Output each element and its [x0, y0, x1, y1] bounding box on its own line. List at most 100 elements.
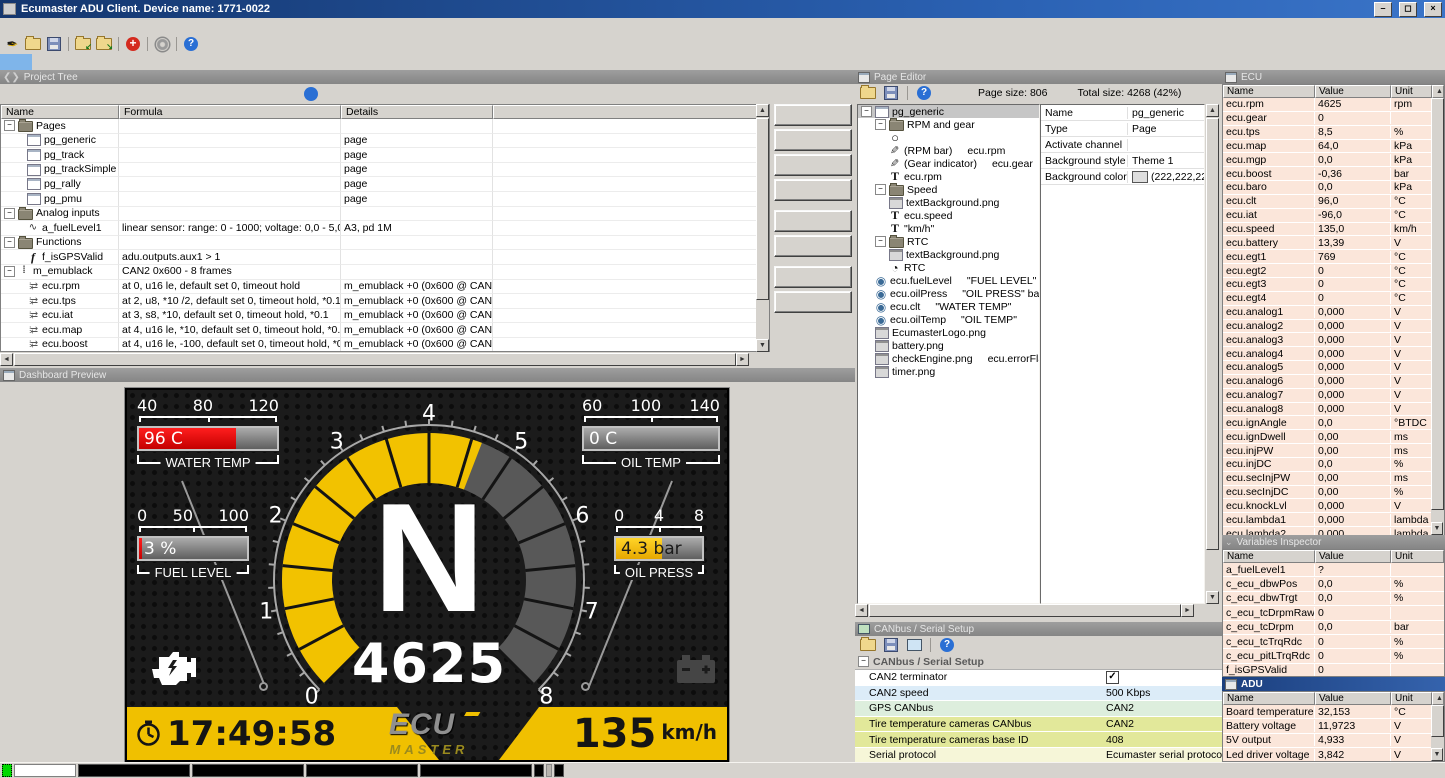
table-row[interactable]: −ecu.tps at 2, u8, *10 /2, default set 0…: [1, 294, 769, 309]
open-page-icon[interactable]: [859, 85, 877, 101]
table-row[interactable]: −ecu.map at 4, u16 le, *10, default set …: [1, 323, 769, 338]
variable-row[interactable]: a_fuelLevel1?: [1223, 563, 1444, 577]
setting-row[interactable]: GPS CANbus ✓CAN2: [855, 701, 1222, 717]
variable-row[interactable]: c_ecu_tcDrpmRaw0: [1223, 606, 1444, 620]
channel-row[interactable]: ecu.battery13,39V: [1223, 236, 1432, 250]
project-tree-vscrollbar[interactable]: ▲▼: [756, 104, 769, 352]
checkbox[interactable]: ✓: [1106, 671, 1119, 684]
menu-item[interactable]: [28, 25, 42, 27]
channel-row[interactable]: ecu.analog20,000V: [1223, 320, 1432, 334]
page-tree-item[interactable]: − ecu.speed: [858, 209, 1039, 222]
settings-icon[interactable]: [153, 36, 171, 52]
menu-item[interactable]: [56, 25, 70, 27]
action-button[interactable]: [774, 104, 852, 126]
page-tree-item[interactable]: − (RPM bar)ecu.rpm: [858, 144, 1039, 157]
view-tab[interactable]: [96, 54, 128, 70]
adu-channel-row[interactable]: Led driver voltage3,842V: [1223, 748, 1432, 761]
channel-row[interactable]: ecu.egt30°C: [1223, 278, 1432, 292]
variable-row[interactable]: c_ecu_tcDrpm0,0bar: [1223, 621, 1444, 635]
table-row[interactable]: −ecu.rpm at 0, u16 le, default set 0, ti…: [1, 280, 769, 295]
table-row[interactable]: −m_emublack CAN2 0x600 - 8 frames: [1, 265, 769, 280]
action-button[interactable]: [774, 129, 852, 151]
channel-row[interactable]: ecu.tps8,5%: [1223, 126, 1432, 140]
table-row[interactable]: −pg_track page: [1, 148, 769, 163]
property-row[interactable]: Background color (222,222,222): [1041, 169, 1204, 185]
page-tree-item[interactable]: − RPM and gear: [858, 118, 1039, 131]
export-icon[interactable]: ↘: [95, 36, 113, 52]
channel-row[interactable]: ecu.ignAngle0,0°BTDC: [1223, 416, 1432, 430]
channel-row[interactable]: ecu.knockLvl0,000V: [1223, 499, 1432, 513]
page-tree-item[interactable]: − RTC: [858, 261, 1039, 274]
table-row[interactable]: −pg_generic page: [1, 134, 769, 149]
channel-row[interactable]: ecu.gear0: [1223, 112, 1432, 126]
save-project-icon[interactable]: [45, 36, 63, 52]
menu-item[interactable]: [70, 25, 84, 27]
channel-row[interactable]: ecu.mgp0,0kPa: [1223, 153, 1432, 167]
help-icon[interactable]: ?: [938, 637, 956, 653]
help-icon[interactable]: ?: [182, 36, 200, 52]
channel-row[interactable]: ecu.analog40,000V: [1223, 347, 1432, 361]
tree-toolbar-icon[interactable]: [304, 87, 318, 101]
variable-row[interactable]: c_ecu_pitLTrqRdc0%: [1223, 649, 1444, 663]
channel-row[interactable]: ecu.iat-96,0°C: [1223, 209, 1432, 223]
menu-item[interactable]: [42, 25, 56, 27]
page-tree-item[interactable]: − textBackground.png: [858, 248, 1039, 261]
page-editor-hscrollbar[interactable]: ◄►: [855, 604, 1219, 617]
adu-vscrollbar[interactable]: ▼: [1431, 705, 1444, 761]
adu-channel-row[interactable]: Board temperature32,153°C: [1223, 705, 1432, 719]
setting-row[interactable]: Tire temperature cameras base ID ✓408: [855, 732, 1222, 748]
page-tree-item[interactable]: − Speed: [858, 183, 1039, 196]
project-tree-hscrollbar[interactable]: ◄►: [0, 353, 770, 366]
channel-row[interactable]: ecu.baro0,0kPa: [1223, 181, 1432, 195]
page-tree-item[interactable]: − "km/h": [858, 222, 1039, 235]
property-row[interactable]: Name pg_generic: [1041, 105, 1204, 121]
restore-button[interactable]: ◻: [1399, 2, 1417, 17]
property-row[interactable]: Activate channel: [1041, 137, 1204, 153]
channel-row[interactable]: ecu.analog70,000V: [1223, 389, 1432, 403]
import-icon[interactable]: ↙: [74, 36, 92, 52]
variable-row[interactable]: c_ecu_dbwTrgt0,0%: [1223, 592, 1444, 606]
view-tab[interactable]: [0, 54, 32, 70]
channel-row[interactable]: ecu.secInjDC0,00%: [1223, 486, 1432, 500]
table-row[interactable]: −Pages: [1, 119, 769, 134]
action-button[interactable]: [774, 266, 852, 288]
variable-row[interactable]: c_ecu_tcTrqRdc0%: [1223, 635, 1444, 649]
table-row[interactable]: −pg_trackSimple page: [1, 163, 769, 178]
scroll-up-icon[interactable]: ▲: [1432, 85, 1444, 98]
view-tab[interactable]: [64, 54, 96, 70]
channel-row[interactable]: ecu.analog30,000V: [1223, 333, 1432, 347]
column-header-details[interactable]: Details: [341, 105, 493, 119]
channel-row[interactable]: ecu.injPW0,00ms: [1223, 444, 1432, 458]
action-button[interactable]: [774, 179, 852, 201]
menu-item[interactable]: [14, 25, 28, 27]
channel-row[interactable]: ecu.clt96,0°C: [1223, 195, 1432, 209]
channel-row[interactable]: ecu.speed135,0km/h: [1223, 223, 1432, 237]
channel-row[interactable]: ecu.egt1769°C: [1223, 250, 1432, 264]
column-header-formula[interactable]: Formula: [119, 105, 341, 119]
page-tree-item[interactable]: − EcumasterLogo.png: [858, 326, 1039, 339]
action-button[interactable]: [774, 210, 852, 232]
page-tree-item[interactable]: − textBackground.png: [858, 196, 1039, 209]
view-tab[interactable]: [32, 54, 64, 70]
channel-row[interactable]: ecu.injDC0,0%: [1223, 458, 1432, 472]
page-tree-item[interactable]: − (Gear indicator)ecu.gear: [858, 157, 1039, 170]
channel-row[interactable]: ecu.rpm4625rpm: [1223, 98, 1432, 112]
open-project-icon[interactable]: [24, 36, 42, 52]
page-tree-item[interactable]: − ecu.fuelLevel"FUEL LEVEL": [858, 274, 1039, 287]
channel-row[interactable]: ecu.boost-0,36bar: [1223, 167, 1432, 181]
property-row[interactable]: Background style Theme 1: [1041, 153, 1204, 169]
setting-row[interactable]: CAN2 speed ✓500 Kbps: [855, 686, 1222, 702]
channel-row[interactable]: ecu.map64,0kPa: [1223, 140, 1432, 154]
save-icon[interactable]: [882, 637, 900, 653]
property-row[interactable]: Type Page: [1041, 121, 1204, 137]
page-tree-item[interactable]: − checkEngine.pngecu.errorFlags: [858, 352, 1039, 365]
channel-row[interactable]: ecu.lambda10,000lambda: [1223, 513, 1432, 527]
channel-row[interactable]: ecu.lambda20,000lambda: [1223, 527, 1432, 535]
channel-row[interactable]: ecu.egt20°C: [1223, 264, 1432, 278]
setting-row[interactable]: Tire temperature cameras CANbus ✓CAN2: [855, 717, 1222, 733]
menu-item[interactable]: [84, 25, 98, 27]
action-button[interactable]: [774, 154, 852, 176]
channel-row[interactable]: ecu.analog60,000V: [1223, 375, 1432, 389]
page-tree-item[interactable]: − ecu.rpm: [858, 170, 1039, 183]
add-device-icon[interactable]: +: [124, 36, 142, 52]
